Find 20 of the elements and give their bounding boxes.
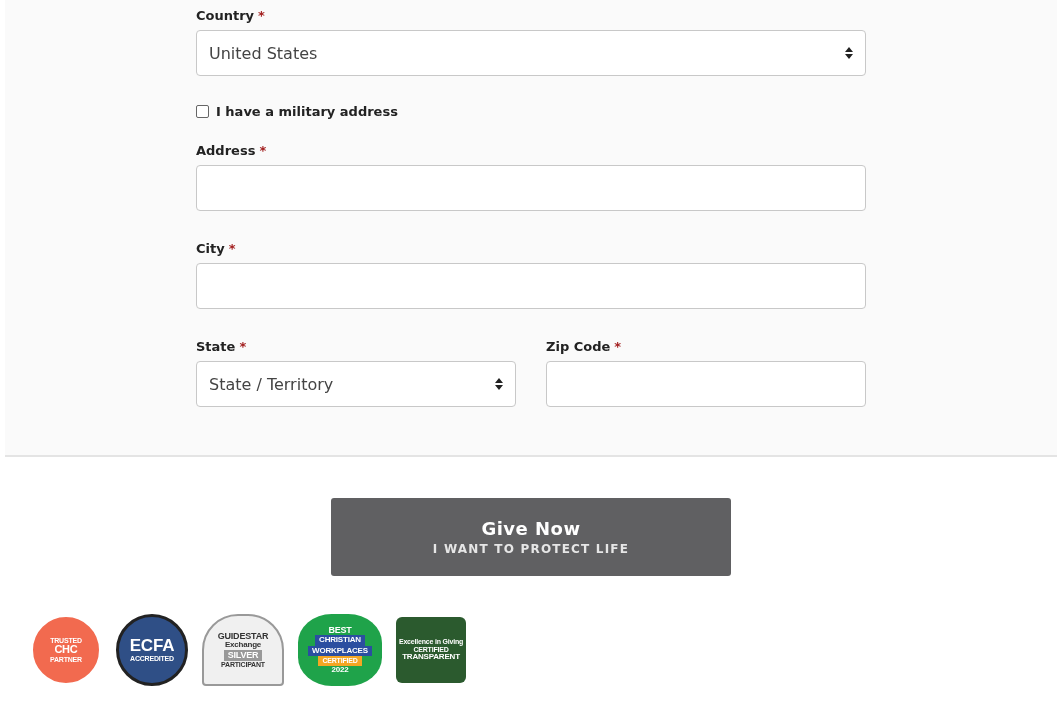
updown-arrows-icon — [845, 47, 853, 59]
select-field[interactable]: State / Territory — [196, 361, 516, 407]
required-mark: * — [228, 241, 236, 256]
field-label: Address — [196, 143, 256, 158]
required-mark: * — [258, 8, 265, 23]
required-mark: * — [259, 143, 267, 158]
input-field[interactable] — [196, 263, 866, 309]
give-now-button[interactable]: Give Now I WANT TO PROTECT LIFE — [331, 498, 731, 576]
required-mark: * — [239, 339, 247, 354]
input-field[interactable] — [546, 361, 866, 407]
select-field[interactable]: United States — [196, 30, 866, 76]
checkbox-label: I have a military address — [216, 104, 398, 119]
field-label: Zip Code — [546, 339, 611, 354]
field-label: Country — [196, 8, 255, 23]
required-mark: * — [614, 339, 622, 354]
updown-arrows-icon — [495, 378, 503, 390]
field-label: State — [196, 339, 236, 354]
input-field[interactable] — [196, 165, 866, 211]
field-label: City — [196, 241, 225, 256]
checkbox[interactable] — [196, 105, 209, 118]
